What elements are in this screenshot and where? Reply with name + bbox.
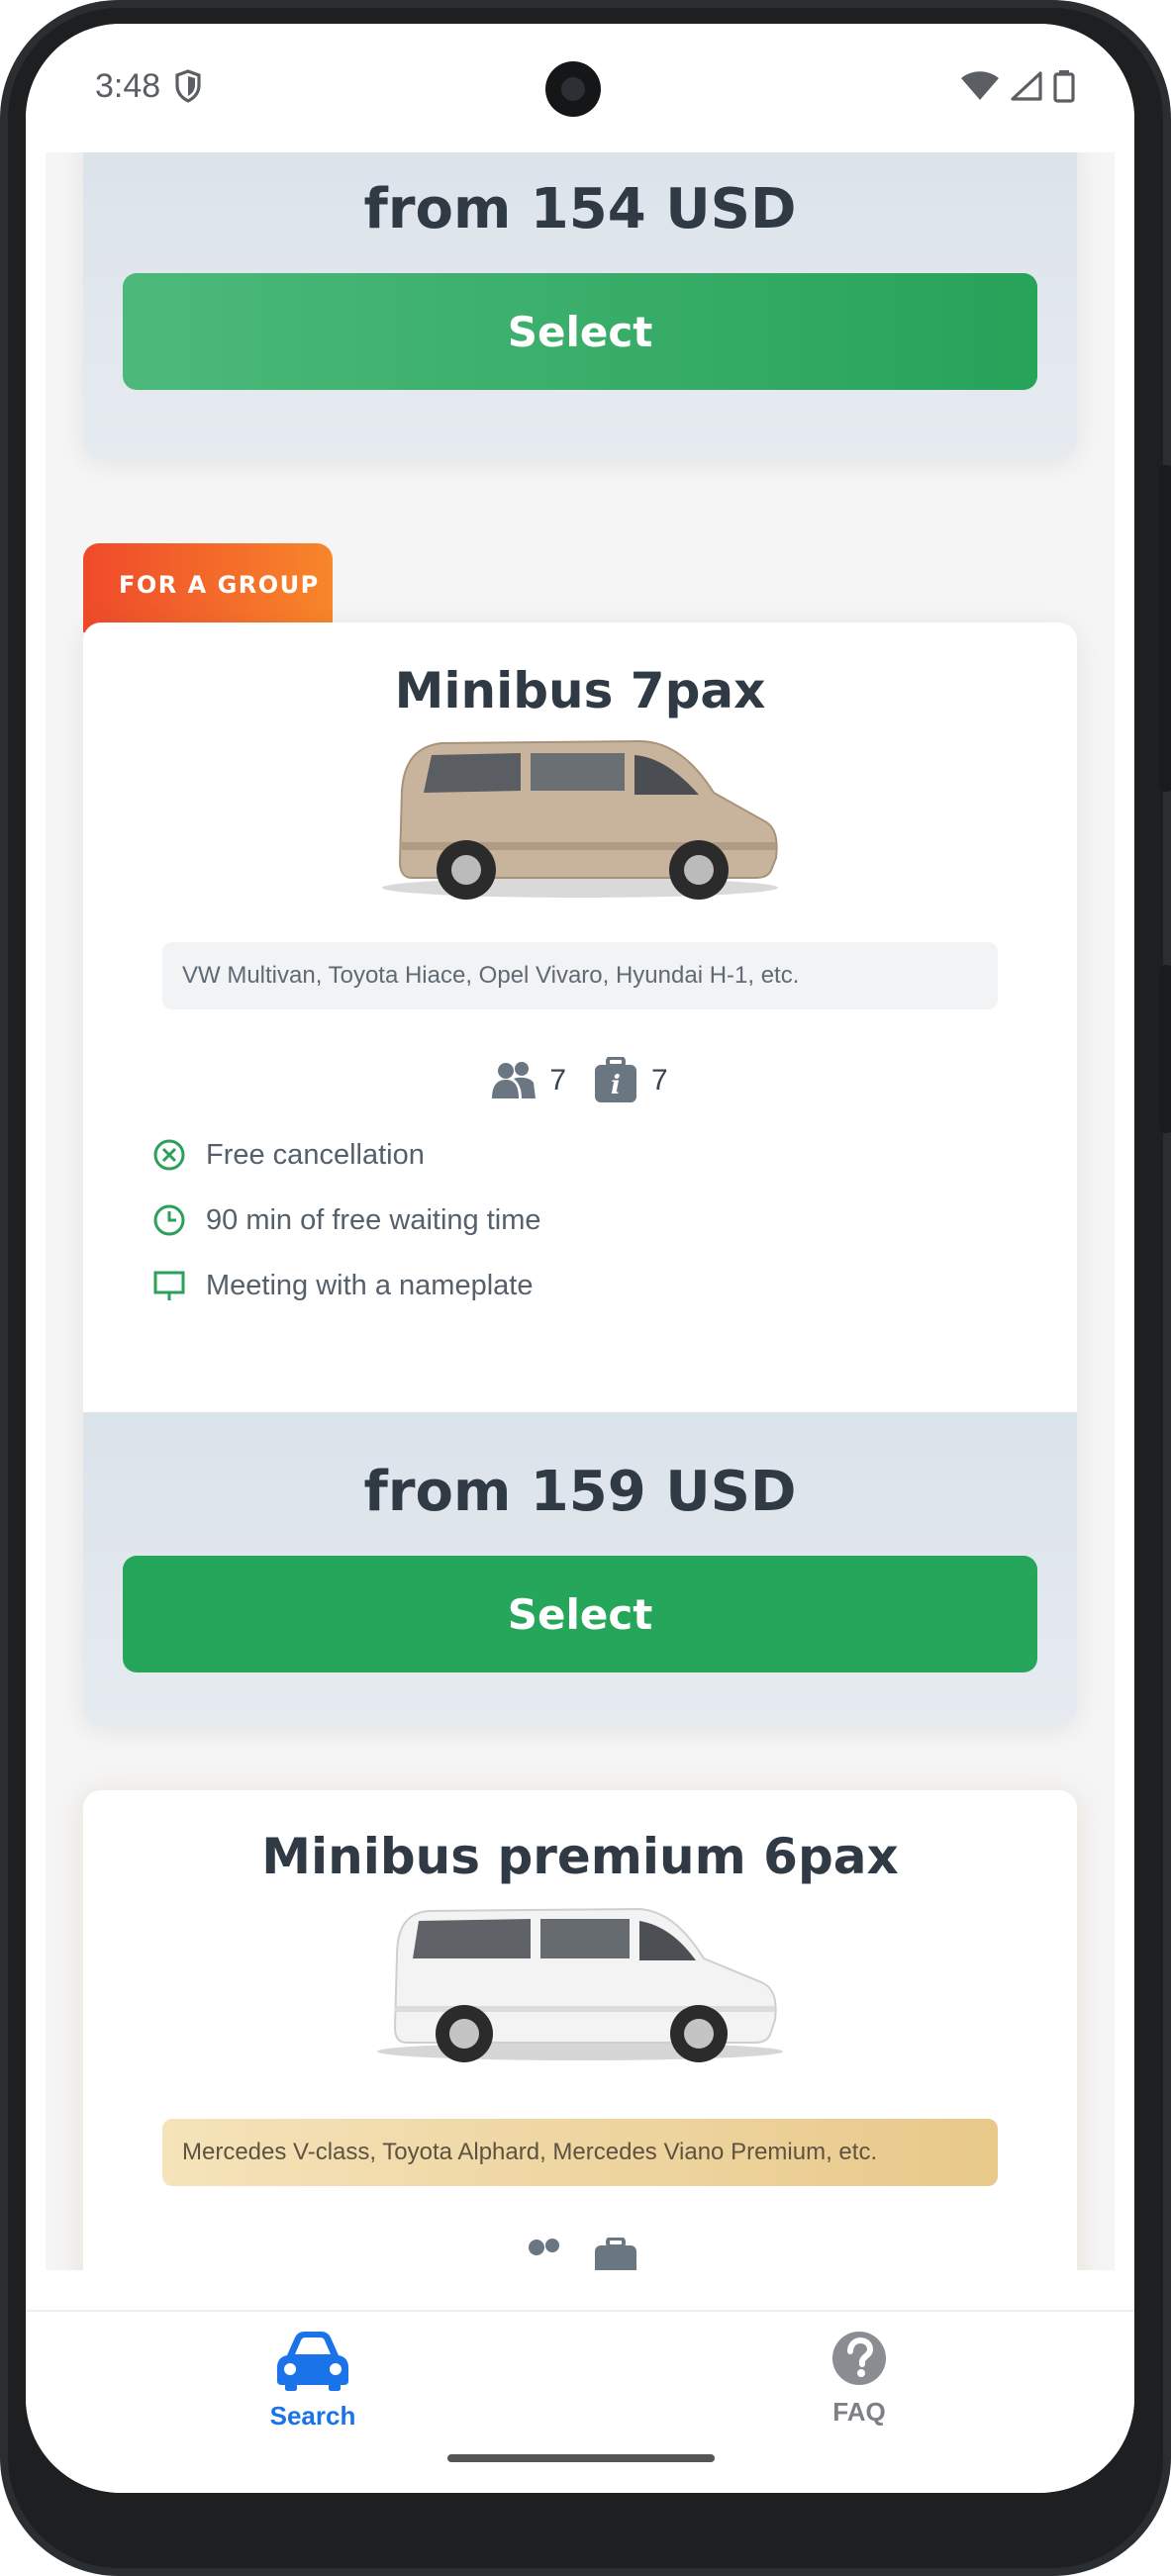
nav-search-label: Search [269,2401,356,2431]
feature-label: Free cancellation [206,1138,425,1171]
capacity-row: 7 i 7 [83,1057,1077,1104]
vehicle-card: Minibus 7pax VW Multivan, Toyota Hiace, … [83,622,1077,1726]
capacity-row [83,2238,1077,2270]
question-circle-icon [832,2332,886,2385]
vehicle-title: Minibus premium 6pax [261,1828,899,1885]
feature-item: Meeting with a nameplate [152,1253,1077,1318]
passenger-capacity: 7 [492,1061,566,1100]
wifi-icon [961,71,999,100]
feature-list: Free cancellation 90 min of free waiting… [83,1122,1077,1318]
feature-item: Free cancellation [152,1122,1077,1188]
vehicle-models: VW Multivan, Toyota Hiace, Opel Vivaro, … [162,942,998,1009]
vehicle-title: Minibus 7pax [394,662,766,719]
card-body: Minibus 7pax VW Multivan, Toyota Hiace, … [83,622,1077,1412]
minibus-image [382,739,778,900]
svg-text:i: i [611,1071,621,1100]
status-bar: 3:48 [26,24,1134,152]
bottom-navigation: Search FAQ [26,2310,1134,2493]
passengers-icon [492,1062,537,1098]
shield-icon [175,69,201,103]
luggage-count: 7 [651,1064,668,1097]
group-badge: FOR A GROUP [83,543,333,632]
luggage-icon [595,2238,636,2270]
status-icons [960,69,1075,103]
nameplate-icon [153,1271,185,1300]
nav-search[interactable]: Search [214,2330,412,2432]
select-button[interactable]: Select [123,273,1037,390]
price-area: from 159 USD Select [83,1412,1077,1726]
minibus-image [377,1907,783,2062]
luggage-icon: i [595,1057,636,1102]
price-label: from 159 USD [363,1460,797,1524]
signal-icon [1011,71,1042,101]
feature-item: 90 min of free waiting time [152,1188,1077,1253]
battery-icon [1053,70,1075,103]
feature-label: 90 min of free waiting time [206,1203,541,1236]
car-icon [277,2332,348,2391]
nav-faq[interactable]: FAQ [760,2330,958,2428]
phone-frame: 3:48 from 154 USD Select FOR A GROUP Min… [0,0,1171,2576]
price-label: from 154 USD [363,177,797,241]
front-camera [545,61,601,117]
power-button [1159,465,1171,792]
select-button[interactable]: Select [123,1556,1037,1672]
passenger-count: 7 [549,1064,566,1097]
volume-button [1159,965,1171,1133]
cancel-circle-icon [153,1139,185,1171]
card-body: Minibus premium 6pax Mercedes V-class, T… [83,1790,1077,2270]
vehicle-card: Minibus premium 6pax Mercedes V-class, T… [83,1790,1077,2270]
vehicle-models: Mercedes V-class, Toyota Alphard, Merced… [162,2119,998,2186]
luggage-capacity: i 7 [594,1057,668,1104]
passengers-icon [529,2239,559,2255]
price-area: from 154 USD Select [83,152,1077,459]
screen: 3:48 from 154 USD Select FOR A GROUP Min… [26,24,1134,2493]
clock-icon [153,1204,185,1236]
results-list[interactable]: from 154 USD Select FOR A GROUP Minibus … [46,152,1115,2270]
status-time: 3:48 [95,67,161,105]
vehicle-card: from 154 USD Select [83,152,1077,459]
home-indicator[interactable] [447,2454,715,2462]
nav-faq-label: FAQ [832,2397,886,2427]
feature-label: Meeting with a nameplate [206,1269,534,1301]
